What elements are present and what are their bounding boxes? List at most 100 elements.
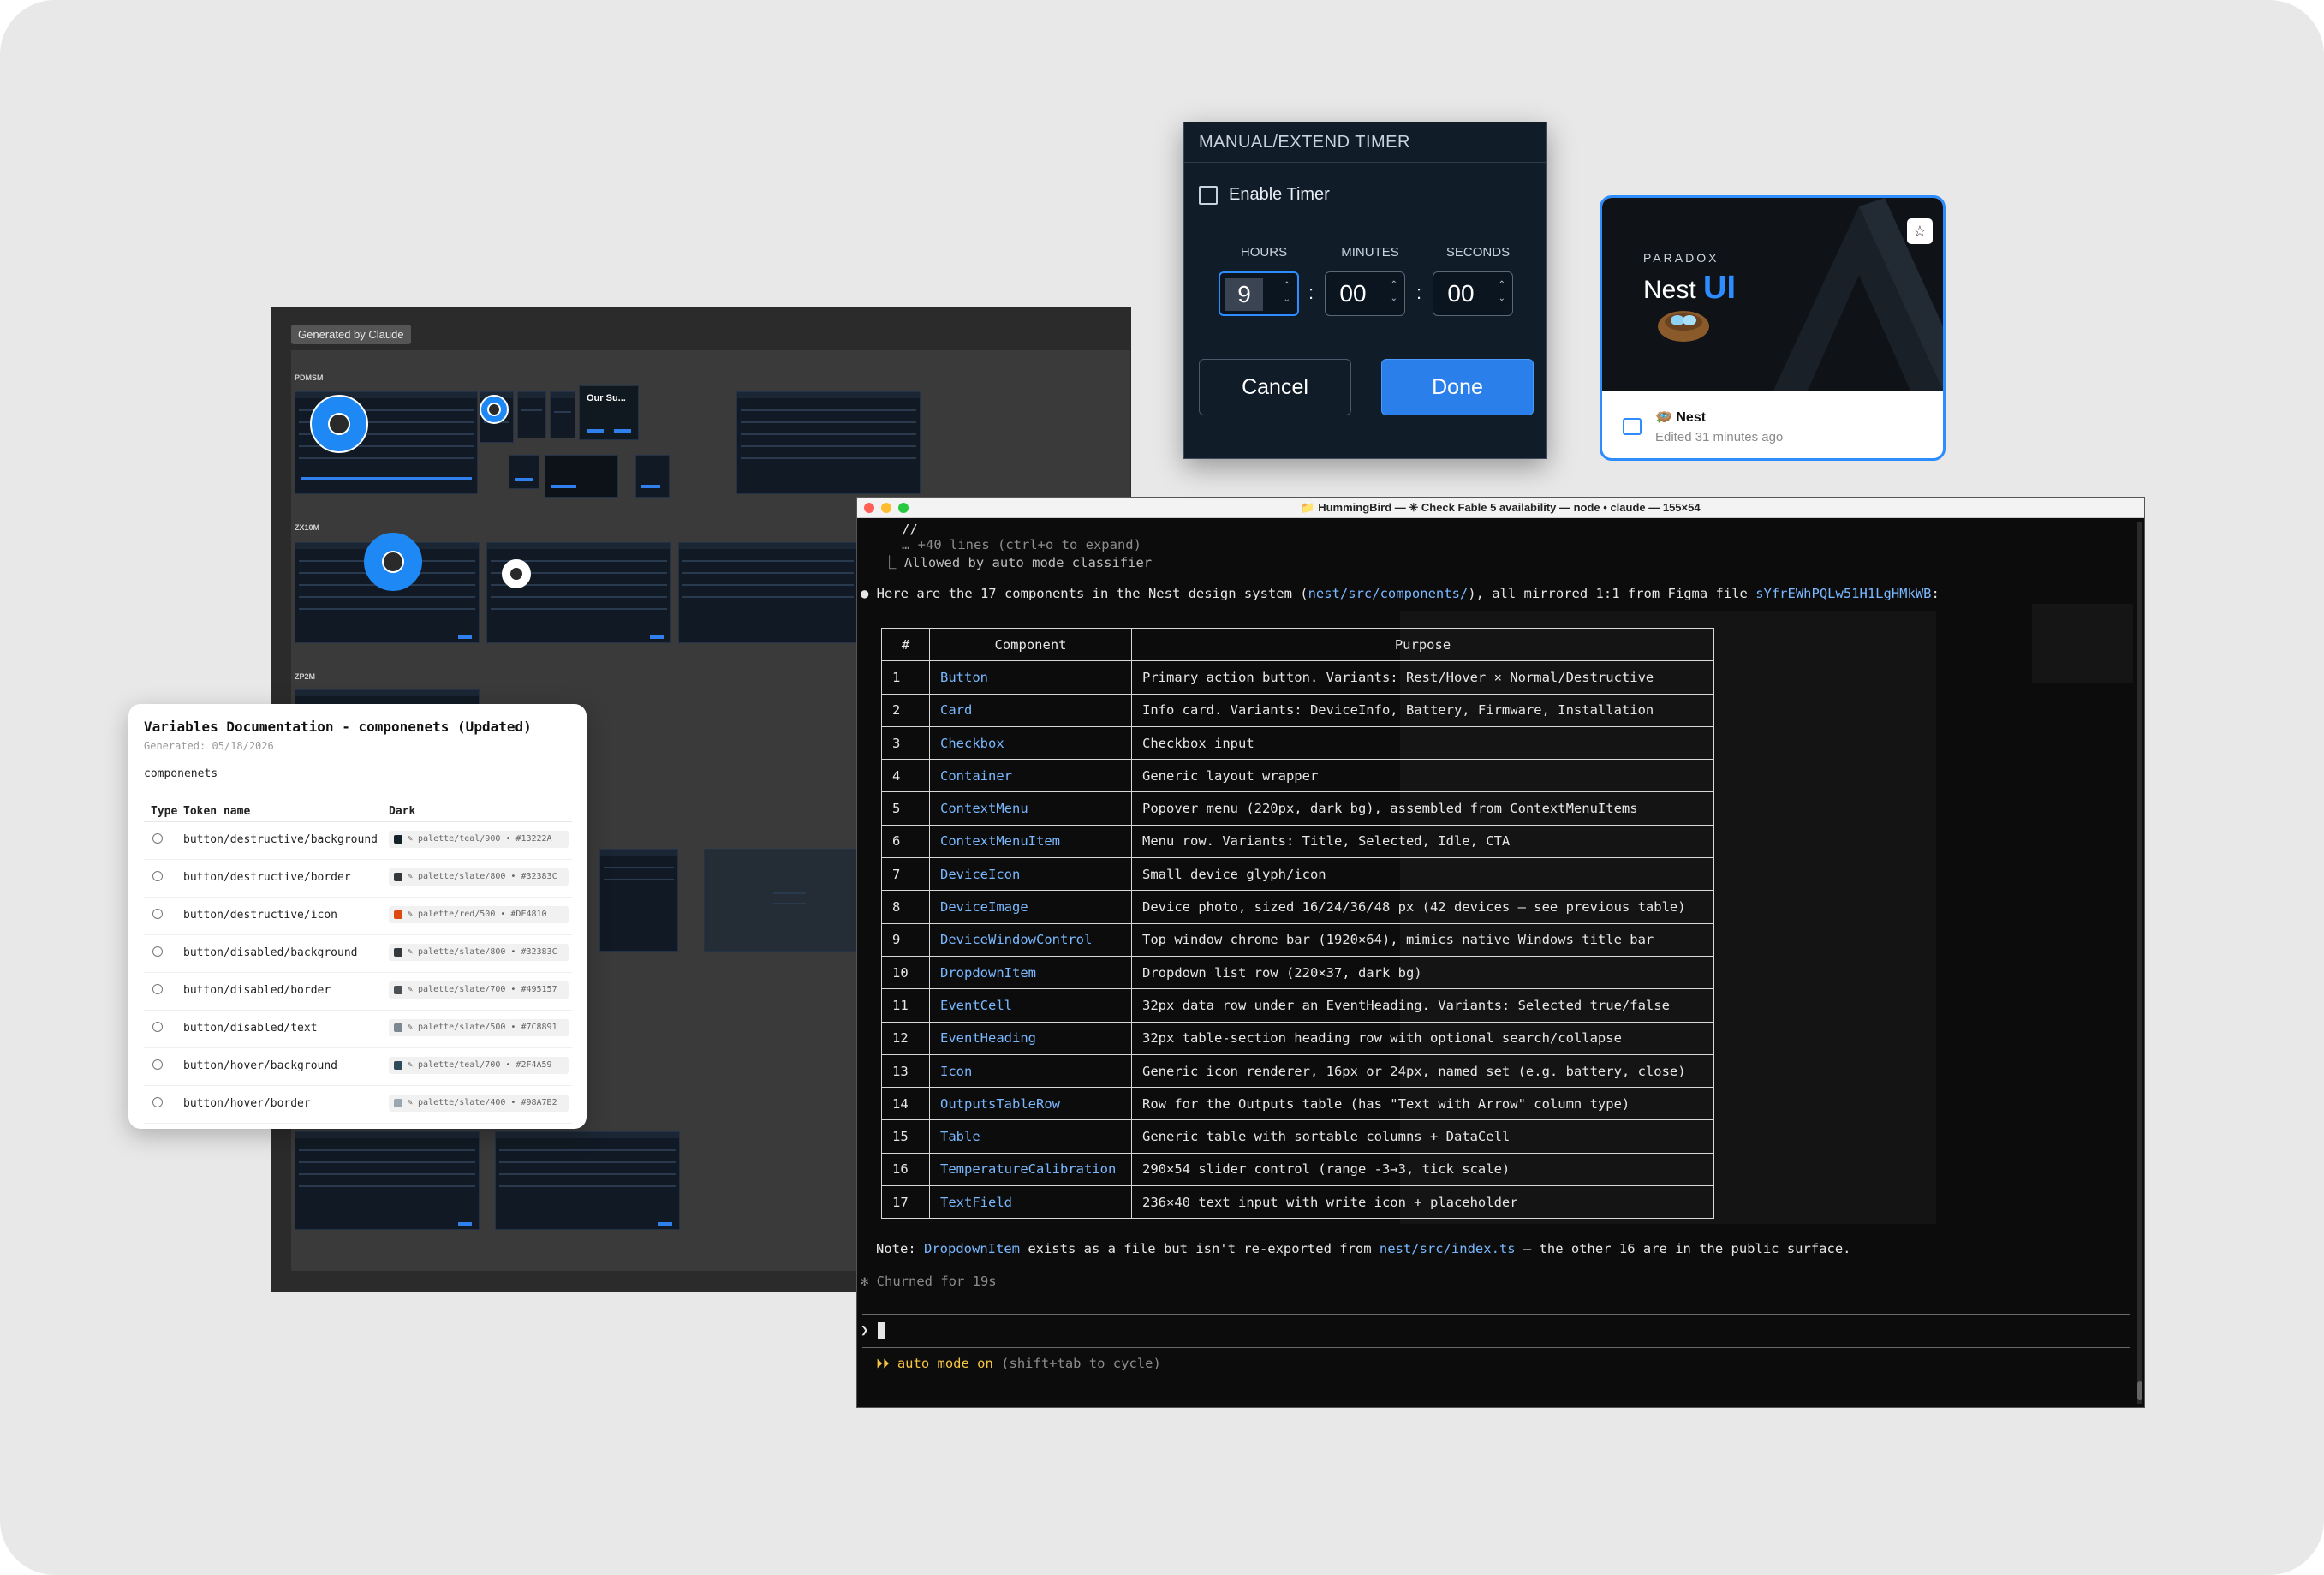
terminal-title: 📁 HummingBird — ✳ Check Fable 5 availabi… (1301, 501, 1701, 514)
decrement-icon[interactable]: ⌄ (1284, 294, 1290, 306)
decrement-icon[interactable]: ⌄ (1499, 293, 1505, 305)
frame-thumbnail[interactable] (599, 849, 678, 952)
alias-chip[interactable]: ✎ palette/slate/500 • #7C8891 (389, 1019, 569, 1036)
library-icon (1623, 418, 1642, 435)
component-name[interactable]: EventHeading (929, 1021, 1132, 1055)
color-type-icon (152, 909, 163, 919)
alias-value: ✎ palette/slate/500 • #7C8891 (408, 1023, 557, 1032)
frame-thumbnail[interactable] (486, 542, 671, 643)
component-name[interactable]: DeviceIcon (929, 857, 1132, 892)
time-separator: : (1416, 282, 1422, 303)
hours-value[interactable]: 9 (1225, 278, 1263, 311)
variable-row[interactable]: button/destructive/icon ✎ palette/red/500… (144, 898, 572, 935)
alias-value: ✎ palette/teal/700 • #2F4A59 (408, 1060, 552, 1070)
terminal-title-bar[interactable]: 📁 HummingBird — ✳ Check Fable 5 availabi… (857, 498, 2144, 518)
increment-icon[interactable]: ⌃ (1391, 279, 1397, 291)
row-number: 5 (881, 791, 930, 826)
collaborator-avatar[interactable] (480, 395, 509, 424)
generated-badge: Generated by Claude (291, 325, 411, 344)
brand-text: PARADOX (1643, 251, 1719, 265)
collaborator-avatar[interactable] (310, 395, 368, 453)
component-name[interactable]: OutputsTableRow (929, 1087, 1132, 1121)
dialog-title: MANUAL/EXTEND TIMER (1199, 133, 1410, 152)
terminal-window[interactable]: 📁 HummingBird — ✳ Check Fable 5 availabi… (856, 497, 2145, 1408)
component-name[interactable]: DropdownItem (929, 955, 1132, 990)
col-purpose: Purpose (1131, 627, 1714, 662)
frame-thumbnail[interactable] (736, 391, 921, 494)
scrollbar-thumb[interactable] (2137, 1381, 2142, 1400)
component-name[interactable]: TemperatureCalibration (929, 1152, 1132, 1187)
frame-thumbnail[interactable]: Our Su... (579, 385, 639, 440)
frame-thumbnail[interactable] (509, 455, 539, 489)
minutes-spinner[interactable]: 00 ⌃ ⌄ (1325, 271, 1405, 316)
component-name[interactable]: Card (929, 693, 1132, 727)
component-ref[interactable]: DropdownItem (924, 1241, 1020, 1256)
increment-icon[interactable]: ⌃ (1284, 280, 1290, 292)
nest-file-card[interactable]: PARADOX Nest UI ☆ 🪺 Nest Edited 31 minut… (1600, 195, 1946, 461)
alias-chip[interactable]: ✎ palette/slate/400 • #98A7B2 (389, 1095, 569, 1112)
alias-chip[interactable]: ✎ palette/teal/900 • #13222A (389, 831, 569, 848)
component-name[interactable]: Checkbox (929, 725, 1132, 761)
minutes-value[interactable]: 00 (1331, 277, 1375, 310)
doc-generated-date: Generated: 05/18/2026 (144, 740, 274, 752)
enable-timer-checkbox[interactable] (1199, 186, 1218, 205)
component-name[interactable]: Icon (929, 1053, 1132, 1089)
path-link[interactable]: nest/src/index.ts (1380, 1241, 1516, 1256)
color-swatch (394, 948, 402, 957)
alias-chip[interactable]: ✎ palette/teal/700 • #2F4A59 (389, 1057, 569, 1074)
component-name[interactable]: EventCell (929, 988, 1132, 1023)
frame-thumbnail[interactable] (545, 455, 618, 498)
alias-chip[interactable]: ✎ palette/slate/800 • #32383C (389, 868, 569, 886)
variable-row[interactable]: button/disabled/background ✎ palette/slat… (144, 935, 572, 973)
row-number: 17 (881, 1185, 930, 1220)
component-name[interactable]: ContextMenuItem (929, 824, 1132, 859)
collaborator-avatar[interactable] (364, 533, 422, 591)
component-name[interactable]: ContextMenu (929, 791, 1132, 826)
auto-mode-indicator[interactable]: ⏵⏵ auto mode on (876, 1356, 993, 1371)
component-purpose: Generic table with sortable columns + Da… (1131, 1119, 1714, 1154)
variable-row[interactable]: button/hover/border ✎ palette/slate/400 •… (144, 1086, 572, 1124)
scrollbar[interactable] (2137, 522, 2142, 1404)
variable-row[interactable]: button/disabled/text ✎ palette/slate/500 … (144, 1011, 572, 1048)
component-name[interactable]: DeviceWindowControl (929, 922, 1132, 957)
seconds-spinner[interactable]: 00 ⌃ ⌄ (1433, 271, 1513, 316)
variable-row[interactable]: button/destructive/background ✎ palette/t… (144, 822, 572, 860)
component-name[interactable]: TextField (929, 1185, 1132, 1220)
alias-chip[interactable]: ✎ palette/red/500 • #DE4810 (389, 906, 569, 923)
component-name[interactable]: Table (929, 1119, 1132, 1154)
increment-icon[interactable]: ⌃ (1499, 279, 1505, 291)
frame-thumbnail[interactable] (678, 542, 858, 643)
frame-thumbnail[interactable] (635, 455, 670, 498)
component-name[interactable]: DeviceImage (929, 890, 1132, 924)
frame-thumbnail[interactable] (495, 1131, 680, 1230)
alias-value: ✎ palette/slate/800 • #32383C (408, 947, 557, 957)
variable-row[interactable]: button/disabled/border ✎ palette/slate/70… (144, 973, 572, 1011)
variable-row[interactable]: button/destructive/border ✎ palette/slate… (144, 860, 572, 898)
frame-thumbnail[interactable] (704, 849, 858, 952)
done-button[interactable]: Done (1381, 359, 1534, 415)
component-name[interactable]: Button (929, 660, 1132, 695)
file-thumbnail[interactable]: PARADOX Nest UI ☆ (1602, 198, 1943, 391)
star-icon[interactable]: ☆ (1907, 218, 1933, 244)
manual-extend-timer-dialog: MANUAL/EXTEND TIMER Enable Timer HOURS M… (1183, 122, 1547, 459)
intro-text: ), all mirrored 1:1 from Figma file (1468, 586, 1756, 601)
product-name-suffix: UI (1703, 270, 1737, 306)
seconds-value[interactable]: 00 (1439, 277, 1483, 310)
cancel-button[interactable]: Cancel (1199, 359, 1351, 415)
alias-chip[interactable]: ✎ palette/slate/800 • #32383C (389, 944, 569, 961)
decrement-icon[interactable]: ⌄ (1391, 293, 1397, 305)
variable-row[interactable]: button/hover/background ✎ palette/teal/70… (144, 1048, 572, 1086)
text-cursor[interactable] (878, 1322, 885, 1339)
frame-thumbnail[interactable] (295, 1131, 480, 1230)
alias-chip[interactable]: ✎ palette/slate/700 • #495157 (389, 981, 569, 999)
figma-file-id[interactable]: sYfrEWhPQLw51H1LgHMkWB (1755, 586, 1931, 601)
row-number: 3 (881, 725, 930, 761)
path-link[interactable]: nest/src/components/ (1308, 586, 1469, 601)
table-row: 13 Icon Generic icon renderer, 16px or 24p… (881, 1053, 1714, 1089)
hours-spinner[interactable]: 9 ⌃ ⌄ (1219, 271, 1299, 316)
variables-documentation-panel: Variables Documentation - componenets (U… (128, 704, 587, 1129)
frame-thumbnail[interactable] (517, 391, 546, 438)
collaborator-avatar[interactable] (502, 559, 531, 588)
frame-thumbnail[interactable] (550, 391, 575, 438)
component-name[interactable]: Container (929, 759, 1132, 793)
